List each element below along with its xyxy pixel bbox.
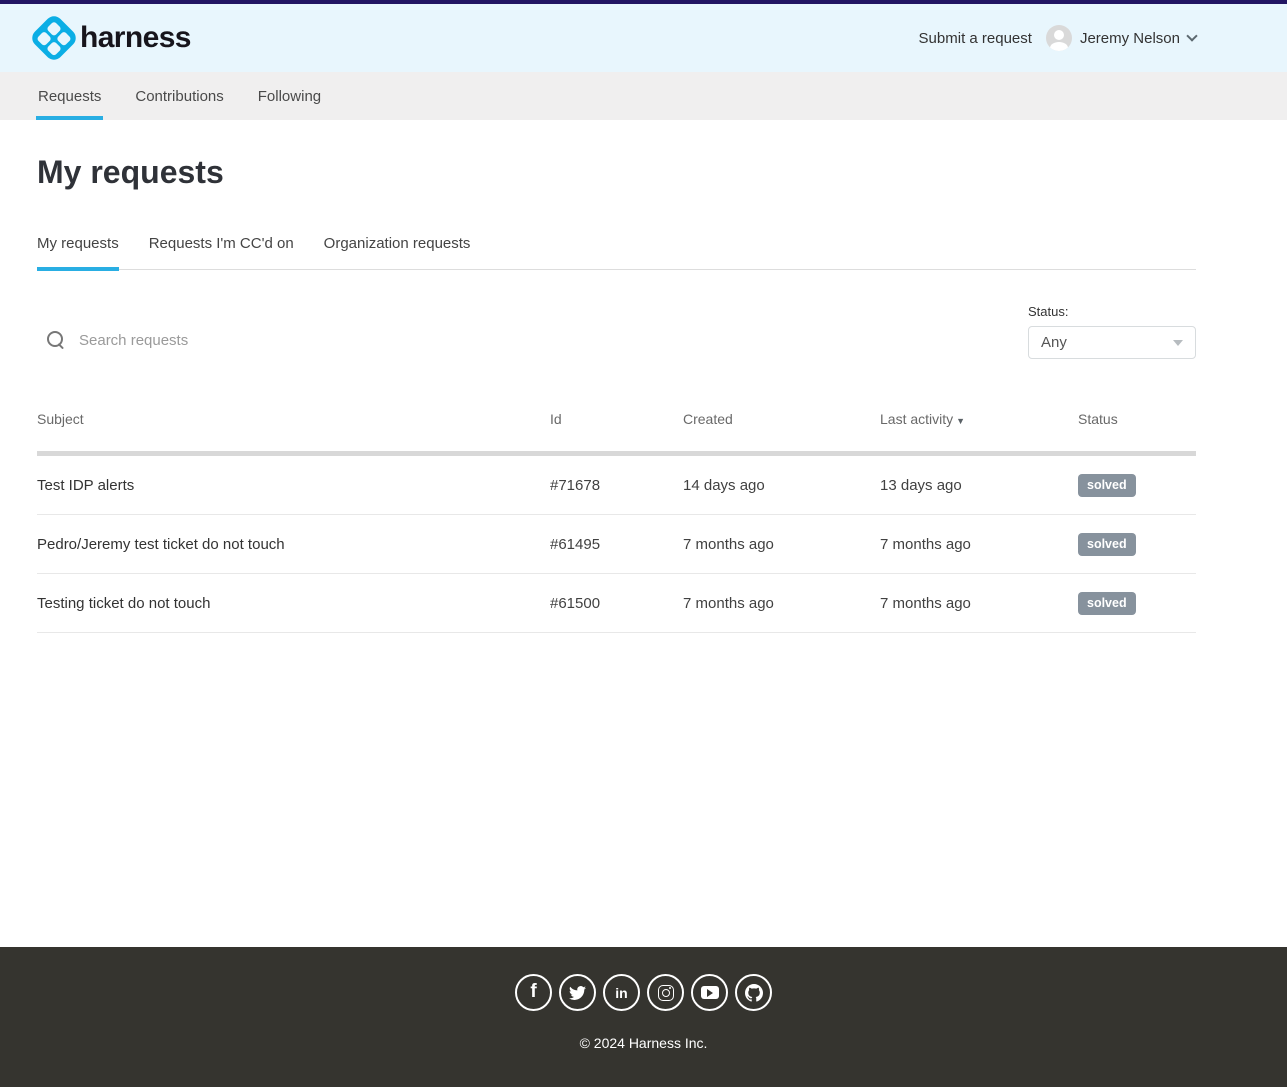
user-name: Jeremy Nelson <box>1080 30 1180 47</box>
request-created: 7 months ago <box>683 536 880 553</box>
youtube-icon[interactable] <box>691 974 728 1011</box>
github-icon[interactable] <box>735 974 772 1011</box>
col-header-created: Created <box>683 411 880 427</box>
top-nav: Requests Contributions Following <box>0 72 1287 120</box>
chevron-down-icon <box>1186 30 1197 41</box>
request-subject-link[interactable]: Pedro/Jeremy test ticket do not touch <box>37 536 550 553</box>
sort-desc-icon: ▼ <box>956 416 965 426</box>
harness-logo-text: harness <box>80 21 191 55</box>
subtab-requests-ccd[interactable]: Requests I'm CC'd on <box>149 235 294 271</box>
requests-table: Subject Id Created Last activity▼ Status… <box>37 411 1196 633</box>
status-badge: solved <box>1078 533 1136 556</box>
linkedin-icon[interactable]: in <box>603 974 640 1011</box>
status-filter-label: Status: <box>1028 304 1196 319</box>
request-subject-link[interactable]: Test IDP alerts <box>37 477 550 494</box>
col-header-id: Id <box>550 411 683 427</box>
tab-contributions[interactable]: Contributions <box>133 72 225 120</box>
request-id: #71678 <box>550 477 683 494</box>
subtab-my-requests[interactable]: My requests <box>37 235 119 271</box>
status-badge: solved <box>1078 474 1136 497</box>
col-header-subject: Subject <box>37 411 550 427</box>
status-select[interactable]: Any <box>1028 326 1196 359</box>
status-badge: solved <box>1078 592 1136 615</box>
request-last-activity: 7 months ago <box>880 536 1078 553</box>
site-header: harness Submit a request Jeremy Nelson <box>0 4 1287 72</box>
twitter-icon[interactable] <box>559 974 596 1011</box>
request-last-activity: 13 days ago <box>880 477 1078 494</box>
site-footer: f in © 2024 Harness Inc. <box>0 947 1287 1087</box>
copyright-text: © 2024 Harness Inc. <box>0 1035 1287 1051</box>
status-filter: Status: Any <box>1028 304 1196 359</box>
request-created: 14 days ago <box>683 477 880 494</box>
request-last-activity: 7 months ago <box>880 595 1078 612</box>
request-subject-link[interactable]: Testing ticket do not touch <box>37 595 550 612</box>
col-header-last-activity[interactable]: Last activity▼ <box>880 411 1078 427</box>
table-row[interactable]: Test IDP alerts #71678 14 days ago 13 da… <box>37 456 1196 515</box>
sub-tabs: My requests Requests I'm CC'd on Organiz… <box>37 235 1196 270</box>
user-avatar <box>1046 25 1072 51</box>
status-selected-value: Any <box>1041 334 1067 351</box>
search-input[interactable] <box>79 332 499 349</box>
dropdown-caret-icon <box>1173 340 1183 346</box>
page-title: My requests <box>37 154 1196 191</box>
harness-logo[interactable]: harness <box>36 20 191 56</box>
instagram-icon[interactable] <box>647 974 684 1011</box>
request-created: 7 months ago <box>683 595 880 612</box>
table-header-row: Subject Id Created Last activity▼ Status <box>37 411 1196 456</box>
main-content: My requests My requests Requests I'm CC'… <box>37 120 1196 633</box>
table-row[interactable]: Testing ticket do not touch #61500 7 mon… <box>37 574 1196 633</box>
search-icon <box>47 331 65 349</box>
subtab-organization-requests[interactable]: Organization requests <box>324 235 471 271</box>
search-box <box>37 325 1028 359</box>
tab-following[interactable]: Following <box>256 72 323 120</box>
request-id: #61495 <box>550 536 683 553</box>
harness-logo-icon <box>29 13 80 64</box>
social-links: f in <box>0 974 1287 1011</box>
user-menu[interactable]: Jeremy Nelson <box>1046 25 1196 51</box>
facebook-icon[interactable]: f <box>515 974 552 1011</box>
col-header-status: Status <box>1078 411 1196 427</box>
tab-requests[interactable]: Requests <box>36 72 103 120</box>
table-row[interactable]: Pedro/Jeremy test ticket do not touch #6… <box>37 515 1196 574</box>
request-id: #61500 <box>550 595 683 612</box>
submit-request-link[interactable]: Submit a request <box>919 30 1032 47</box>
filter-row: Status: Any <box>37 304 1196 359</box>
